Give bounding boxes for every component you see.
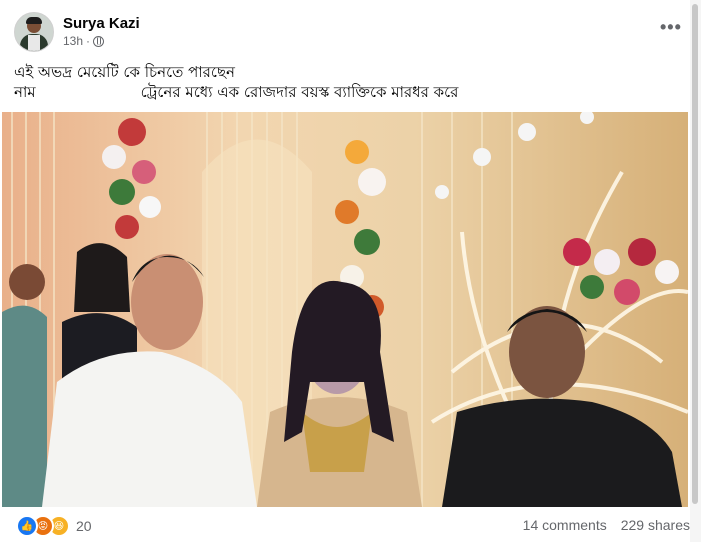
like-icon: 👍 [16, 515, 38, 537]
separator-dot: · [86, 34, 91, 48]
reaction-summary[interactable]: 👍 😡 😆 20 [16, 515, 92, 537]
post-stats: 14 comments 229 shares [523, 517, 690, 533]
post-meta: Surya Kazi 13h · [63, 15, 140, 49]
globe-icon[interactable] [93, 35, 105, 47]
shares-count[interactable]: 229 shares [621, 517, 690, 533]
post-subline: 13h · [63, 33, 140, 49]
post-text-part-2: ট্রেনের মধ্যে এক রোজদার বয়স্ক ব্যাক্তিক… [140, 83, 459, 101]
reaction-count[interactable]: 20 [76, 518, 92, 534]
wedding-stage-photo [2, 112, 688, 507]
post-card: Surya Kazi 13h · ••• এই অভদ্র মেয়েটি কে… [0, 0, 701, 542]
scrollbar-thumb[interactable] [692, 4, 698, 504]
post-photo[interactable] [2, 112, 688, 507]
post-text-line-2: নাম ট্রেনের মধ্যে এক রোজদার বয়স্ক ব্যাক… [14, 81, 458, 106]
avatar[interactable] [14, 12, 54, 52]
comments-count[interactable]: 14 comments [523, 517, 607, 533]
post-footer: 👍 😡 😆 20 14 comments 229 shares [0, 507, 690, 542]
author-name[interactable]: Surya Kazi [63, 15, 140, 33]
post-header: Surya Kazi 13h · [14, 12, 140, 52]
avatar-hair [26, 17, 42, 24]
post-time[interactable]: 13h [63, 33, 83, 49]
post-text-part-1: নাম [14, 83, 36, 101]
more-options-icon[interactable]: ••• [660, 18, 682, 36]
avatar-shirt [28, 35, 40, 51]
